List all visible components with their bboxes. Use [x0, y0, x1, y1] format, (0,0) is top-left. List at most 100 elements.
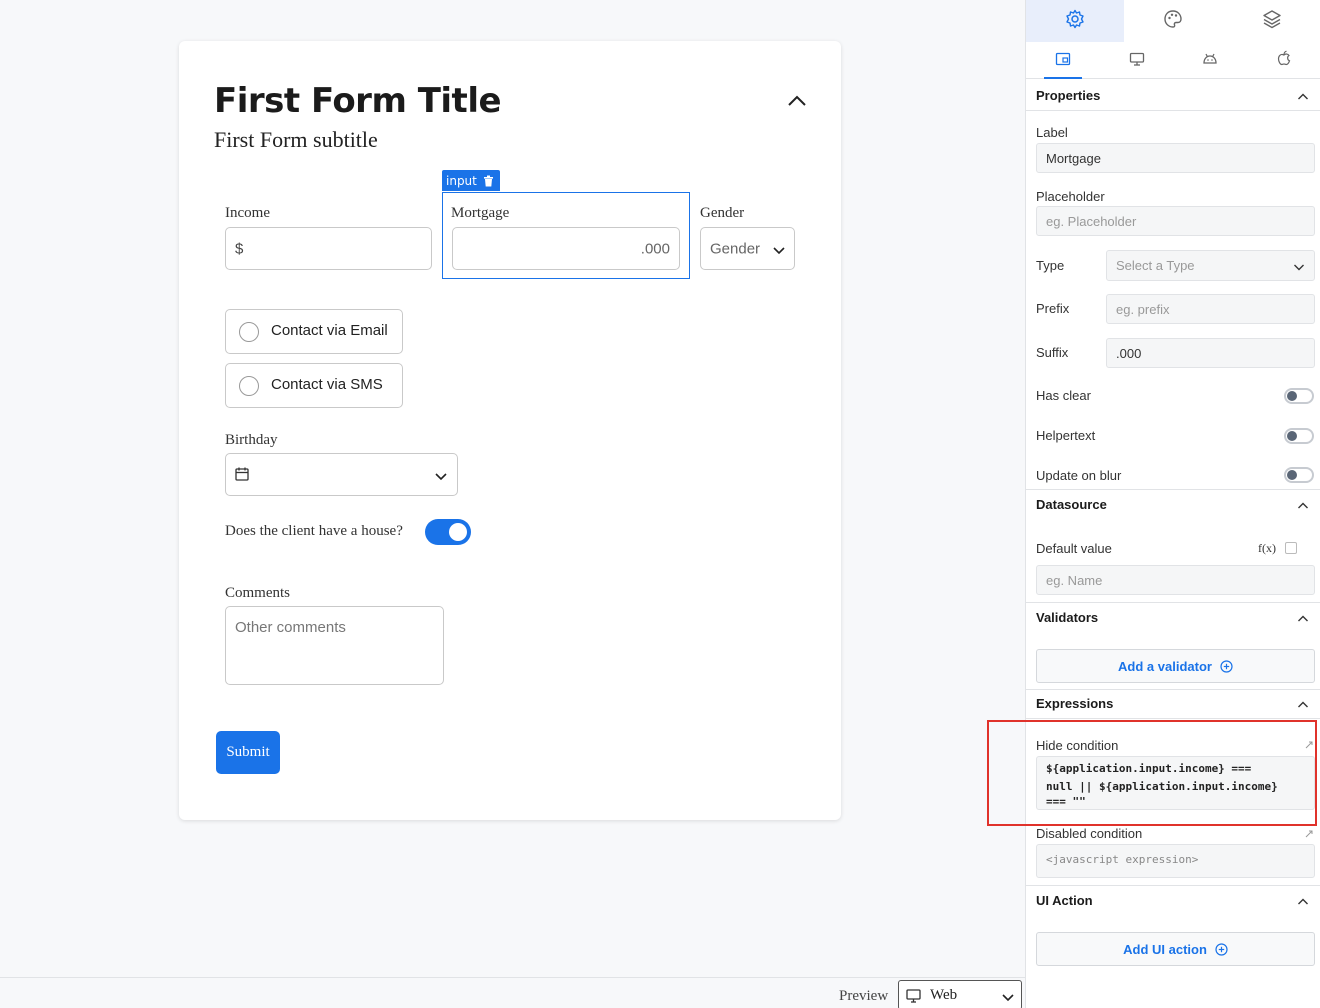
highlight-box: [987, 720, 1317, 826]
radio-contact-email[interactable]: Contact via Email: [225, 309, 403, 354]
chevron-down-icon: [772, 242, 786, 261]
tab-layout[interactable]: [1026, 42, 1100, 79]
calendar-icon: [235, 466, 249, 485]
gender-label: Gender: [700, 205, 745, 221]
income-input[interactable]: $: [225, 227, 432, 270]
chevron-down-icon: [1293, 260, 1305, 275]
disabled-condition-placeholder: <javascript expression>: [1046, 853, 1199, 866]
placeholder-input[interactable]: eg. Placeholder: [1036, 206, 1315, 236]
chevron-up-icon: [1297, 895, 1309, 910]
comments-label: Comments: [225, 585, 291, 601]
validators-section-header[interactable]: Validators: [1026, 610, 1320, 632]
tab-ios[interactable]: [1247, 42, 1320, 78]
radio-contact-sms-label: Contact via SMS: [271, 376, 383, 393]
placeholder-field-label: Placeholder: [1036, 189, 1105, 204]
divider: [1026, 689, 1320, 690]
divider: [1026, 602, 1320, 603]
chevron-down-icon: [1001, 989, 1015, 1008]
mortgage-input[interactable]: .000: [452, 227, 680, 270]
monitor-icon: [1129, 51, 1145, 70]
toggle-knob: [449, 523, 467, 541]
tab-desktop[interactable]: [1100, 42, 1174, 78]
add-ui-action-button[interactable]: Add UI action: [1036, 932, 1315, 966]
expressions-section-header[interactable]: Expressions: [1026, 696, 1320, 718]
radio-contact-email-label: Contact via Email: [271, 322, 388, 339]
layers-icon: [1262, 9, 1282, 33]
datasource-section-header[interactable]: Datasource: [1026, 497, 1320, 519]
chevron-up-icon: [1297, 612, 1309, 627]
validators-title: Validators: [1036, 610, 1099, 625]
selected-tag-label: input: [446, 173, 477, 188]
submit-button[interactable]: Submit: [216, 731, 280, 774]
type-select-value: Select a Type: [1116, 258, 1195, 273]
birthday-date-picker[interactable]: [225, 453, 458, 496]
toggle-knob: [1287, 391, 1297, 401]
house-label: Does the client have a house?: [225, 523, 403, 539]
update-on-blur-toggle[interactable]: [1284, 467, 1314, 483]
mortgage-label: Mortgage: [451, 205, 510, 221]
comments-textarea[interactable]: Other comments: [225, 606, 444, 685]
helpertext-label: Helpertext: [1036, 428, 1096, 443]
chevron-up-icon[interactable]: [785, 91, 809, 111]
divider: [1026, 718, 1320, 719]
gender-select[interactable]: Gender: [700, 227, 795, 270]
gender-select-value: Gender: [710, 240, 761, 257]
selected-element-tag: input: [442, 170, 500, 191]
chevron-up-icon: [1297, 90, 1309, 105]
mortgage-suffix: .000: [640, 240, 670, 257]
has-clear-toggle[interactable]: [1284, 388, 1314, 404]
has-clear-label: Has clear: [1036, 388, 1091, 403]
android-icon: [1202, 51, 1218, 70]
tab-layers[interactable]: [1223, 0, 1320, 42]
divider: [1026, 885, 1320, 886]
ui-action-section-header[interactable]: UI Action: [1026, 893, 1320, 915]
label-input[interactable]: Mortgage: [1036, 143, 1315, 173]
tab-android[interactable]: [1174, 42, 1248, 78]
layout-icon: [1055, 51, 1071, 70]
plus-circle-icon: [1220, 659, 1233, 673]
palette-icon: [1163, 9, 1183, 33]
datasource-title: Datasource: [1036, 497, 1107, 512]
tab-settings[interactable]: [1026, 0, 1125, 42]
divider: [1026, 110, 1320, 111]
preview-device-select[interactable]: Web: [898, 980, 1022, 1008]
radio-circle[interactable]: [239, 322, 259, 342]
tab-style[interactable]: [1124, 0, 1222, 42]
type-field-label: Type: [1036, 258, 1065, 273]
form-canvas: First Form Title First Form subtitle Inc…: [0, 0, 1025, 1008]
disabled-condition-label: Disabled condition: [1036, 826, 1143, 841]
income-label: Income: [225, 205, 270, 221]
add-validator-button[interactable]: Add a validator: [1036, 649, 1315, 683]
trash-icon[interactable]: [483, 175, 494, 187]
birthday-label: Birthday: [225, 432, 278, 448]
update-on-blur-label: Update on blur: [1036, 468, 1122, 483]
properties-section-header[interactable]: Properties: [1026, 88, 1320, 110]
properties-panel: Properties Label Mortgage Placeholder eg…: [1025, 0, 1320, 1008]
panel-platform-tabs: [1026, 42, 1320, 79]
type-select[interactable]: Select a Type: [1106, 250, 1315, 281]
monitor-icon: [906, 988, 921, 1007]
form-subtitle: First Form subtitle: [214, 127, 378, 152]
plus-circle-icon: [1215, 942, 1228, 956]
disabled-condition-editor[interactable]: <javascript expression>: [1036, 844, 1315, 878]
chevron-up-icon: [1297, 698, 1309, 713]
ui-action-title: UI Action: [1036, 893, 1093, 908]
add-validator-label: Add a validator: [1118, 658, 1212, 674]
radio-contact-sms[interactable]: Contact via SMS: [225, 363, 403, 408]
properties-title: Properties: [1036, 88, 1101, 103]
helpertext-toggle[interactable]: [1284, 428, 1314, 444]
income-prefix: $: [235, 240, 244, 257]
suffix-input[interactable]: .000: [1106, 338, 1315, 368]
default-value-label: Default value: [1036, 541, 1112, 556]
apple-icon: [1277, 50, 1291, 70]
prefix-field-label: Prefix: [1036, 301, 1070, 316]
panel-top-tabs: [1026, 0, 1320, 42]
default-value-input[interactable]: eg. Name: [1036, 565, 1315, 595]
fx-checkbox[interactable]: [1285, 542, 1297, 554]
expand-icon[interactable]: [1304, 824, 1314, 843]
prefix-input[interactable]: eg. prefix: [1106, 294, 1315, 324]
radio-circle[interactable]: [239, 376, 259, 396]
toggle-knob: [1287, 431, 1297, 441]
house-toggle[interactable]: [425, 519, 471, 545]
divider: [1026, 489, 1320, 490]
